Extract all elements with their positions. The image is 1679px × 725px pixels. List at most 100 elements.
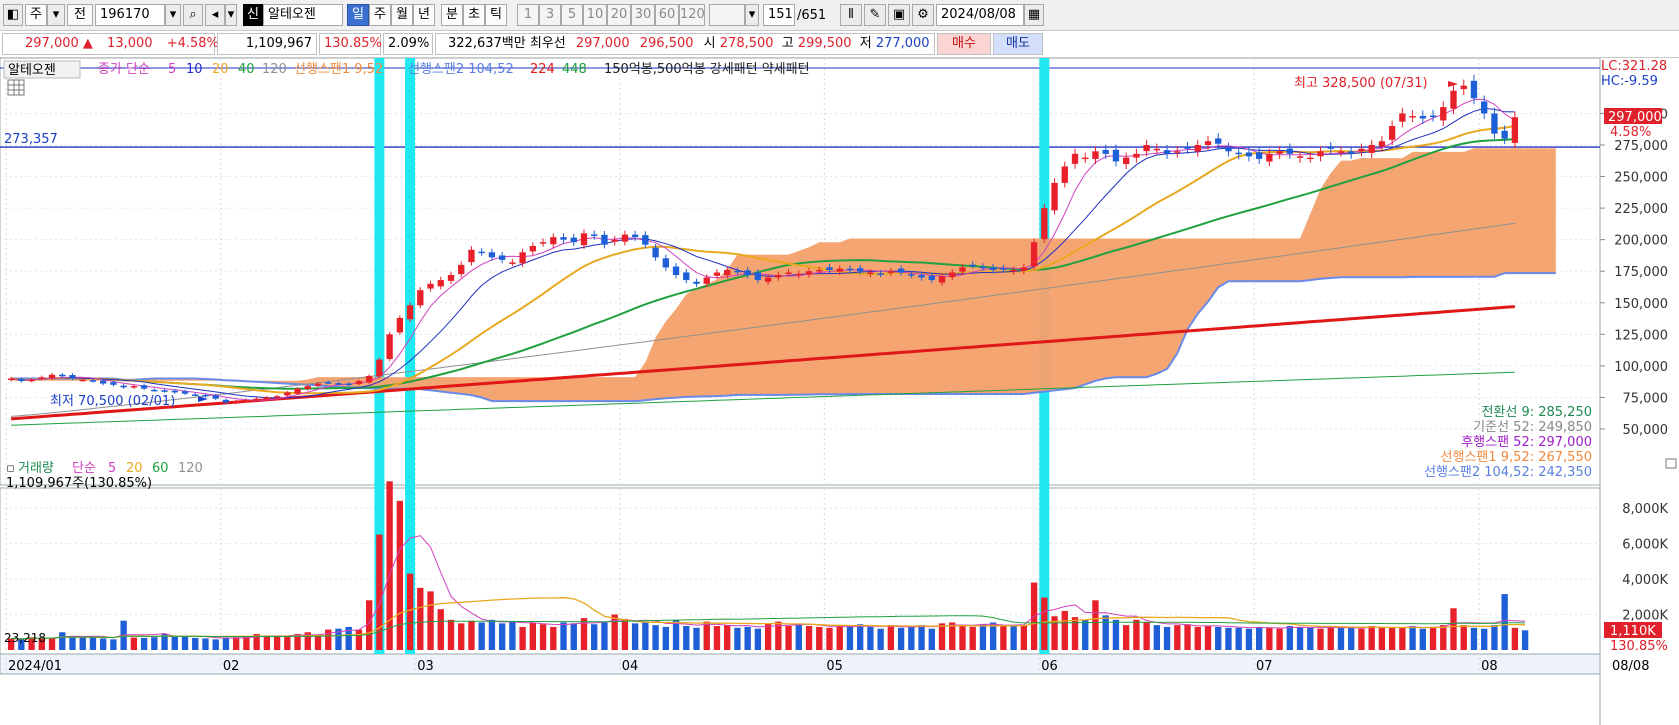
candle-body bbox=[1378, 141, 1386, 147]
price-tick-label: 275,000 bbox=[1614, 139, 1668, 154]
candle-body bbox=[468, 249, 475, 263]
candle-body bbox=[989, 267, 997, 270]
legend-span2: 선행스팬2 104,52 bbox=[408, 61, 514, 77]
volume-bar bbox=[181, 636, 189, 650]
volume-bar bbox=[222, 637, 230, 650]
interval-button-3[interactable]: 3 bbox=[539, 4, 561, 26]
candle-type-icon[interactable]: ⫴ bbox=[840, 4, 862, 26]
chart-area[interactable]: 50,000 75,000 100,000 125,000 150,000 175,000… bbox=[0, 58, 1679, 725]
candle-body bbox=[1491, 113, 1498, 134]
period-tab-4[interactable]: 분 bbox=[441, 4, 463, 26]
candle-body bbox=[764, 277, 772, 282]
volume-tick-label: 8,000K bbox=[1622, 502, 1668, 517]
draw-tool-icon[interactable]: ✎ bbox=[864, 4, 886, 26]
legend-ma120: 120 bbox=[262, 62, 287, 77]
count-input[interactable]: 151 bbox=[763, 4, 795, 26]
candle-body bbox=[1020, 267, 1028, 271]
candle-body bbox=[427, 283, 434, 289]
code-dropdown-icon[interactable]: ▾ bbox=[165, 4, 181, 26]
candle-body bbox=[1030, 242, 1038, 267]
period-tab-2[interactable]: 월 bbox=[391, 4, 413, 26]
volume-bar bbox=[396, 500, 404, 650]
candle-body bbox=[570, 237, 577, 243]
candle-body bbox=[857, 268, 864, 272]
volume-bar bbox=[1307, 627, 1314, 650]
candle-body bbox=[365, 375, 373, 383]
volume-close-icon[interactable] bbox=[1665, 458, 1677, 469]
interval-button-30[interactable]: 30 bbox=[631, 4, 655, 26]
volume-bar bbox=[570, 623, 577, 650]
volume-bar bbox=[1511, 627, 1519, 650]
candle-body bbox=[59, 374, 66, 377]
interval-button-20[interactable]: 20 bbox=[607, 4, 631, 26]
calendar-icon[interactable]: ▦ bbox=[1024, 4, 1044, 26]
candle-body bbox=[396, 317, 404, 333]
highlight-bar bbox=[405, 58, 416, 654]
period-tab-1[interactable]: 주 bbox=[369, 4, 391, 26]
ichimoku-legend-item: 선행스팬1 9,52: 267,550 bbox=[1441, 449, 1592, 465]
nav-dropdown-icon[interactable]: ▾ bbox=[225, 4, 237, 26]
buy-button[interactable]: 매수 bbox=[937, 33, 991, 55]
prev-button[interactable]: 전 bbox=[67, 4, 93, 26]
volume-bar bbox=[601, 622, 608, 650]
candle-body bbox=[1194, 145, 1201, 152]
period-tab-0[interactable]: 일 bbox=[347, 4, 369, 26]
chart-settings-icon[interactable]: ◧ bbox=[3, 4, 23, 26]
interval-button-10[interactable]: 10 bbox=[583, 4, 607, 26]
date-input[interactable]: 2024/08/08 bbox=[936, 4, 1024, 26]
speaker-icon[interactable]: ◂ bbox=[205, 4, 225, 26]
x-tick-label: 2024/01 bbox=[8, 659, 62, 674]
legend-448: 448 bbox=[562, 62, 587, 77]
candle-body bbox=[386, 334, 393, 360]
sell-button[interactable]: 매도 bbox=[993, 33, 1043, 55]
period-dropdown-icon[interactable]: ▾ bbox=[47, 4, 65, 26]
gear-icon[interactable]: ⚙ bbox=[912, 4, 934, 26]
interval-button-60[interactable]: 60 bbox=[655, 4, 679, 26]
volume-bar bbox=[908, 626, 915, 650]
candle-body bbox=[212, 395, 219, 399]
candle-body bbox=[161, 390, 168, 392]
volume-bar bbox=[1215, 626, 1222, 650]
lc-label: LC:321.28 bbox=[1601, 59, 1667, 74]
low-price: 277,000 bbox=[875, 36, 930, 51]
code-input[interactable]: 196170 bbox=[95, 4, 165, 26]
candle-body bbox=[631, 234, 639, 238]
candle-body bbox=[1409, 115, 1416, 118]
volume-bar bbox=[1378, 627, 1386, 650]
market-badge: 신 bbox=[243, 4, 263, 26]
candle-body bbox=[1317, 151, 1324, 157]
search-icon[interactable]: ⌕ bbox=[183, 4, 203, 26]
ichimoku-legend-item: 기준선 52: 249,850 bbox=[1473, 420, 1592, 435]
save-icon[interactable]: ▣ bbox=[888, 4, 910, 26]
interval-button-5[interactable]: 5 bbox=[561, 4, 583, 26]
candle-body bbox=[816, 269, 823, 272]
candle-body bbox=[724, 269, 731, 276]
legend-name: 알테오젠 bbox=[8, 63, 56, 78]
period-tab-6[interactable]: 틱 bbox=[485, 4, 507, 26]
volume-bar bbox=[1122, 625, 1130, 650]
period-tab-3[interactable]: 년 bbox=[413, 4, 435, 26]
interval-custom[interactable] bbox=[709, 4, 745, 26]
volume-bar bbox=[979, 624, 987, 650]
legend-ma40: 40 bbox=[238, 62, 255, 77]
volume-bar bbox=[1501, 594, 1508, 650]
volume-bar bbox=[273, 636, 281, 650]
volume-bar bbox=[1419, 628, 1426, 650]
interval-button-1[interactable]: 1 bbox=[517, 4, 539, 26]
table-icon[interactable] bbox=[7, 79, 25, 96]
interval-button-120[interactable]: 120 bbox=[679, 4, 705, 26]
interval-dropdown-icon[interactable]: ▾ bbox=[745, 4, 759, 26]
volume-left-tag: 23,218 bbox=[4, 631, 46, 645]
candle-body bbox=[181, 391, 189, 394]
volume-bar bbox=[836, 626, 843, 650]
volume-bar bbox=[79, 637, 86, 650]
volume-bar bbox=[458, 623, 465, 650]
volume-bar bbox=[539, 624, 547, 650]
candle-body bbox=[28, 379, 35, 382]
stock-name[interactable]: 알테오젠 bbox=[263, 4, 343, 26]
candle-body bbox=[908, 274, 915, 276]
period-select[interactable]: 주 bbox=[25, 4, 47, 26]
period-tab-5[interactable]: 초 bbox=[463, 4, 485, 26]
candle-body bbox=[253, 398, 260, 401]
price-tag-pct: 4.58% bbox=[1610, 125, 1651, 140]
